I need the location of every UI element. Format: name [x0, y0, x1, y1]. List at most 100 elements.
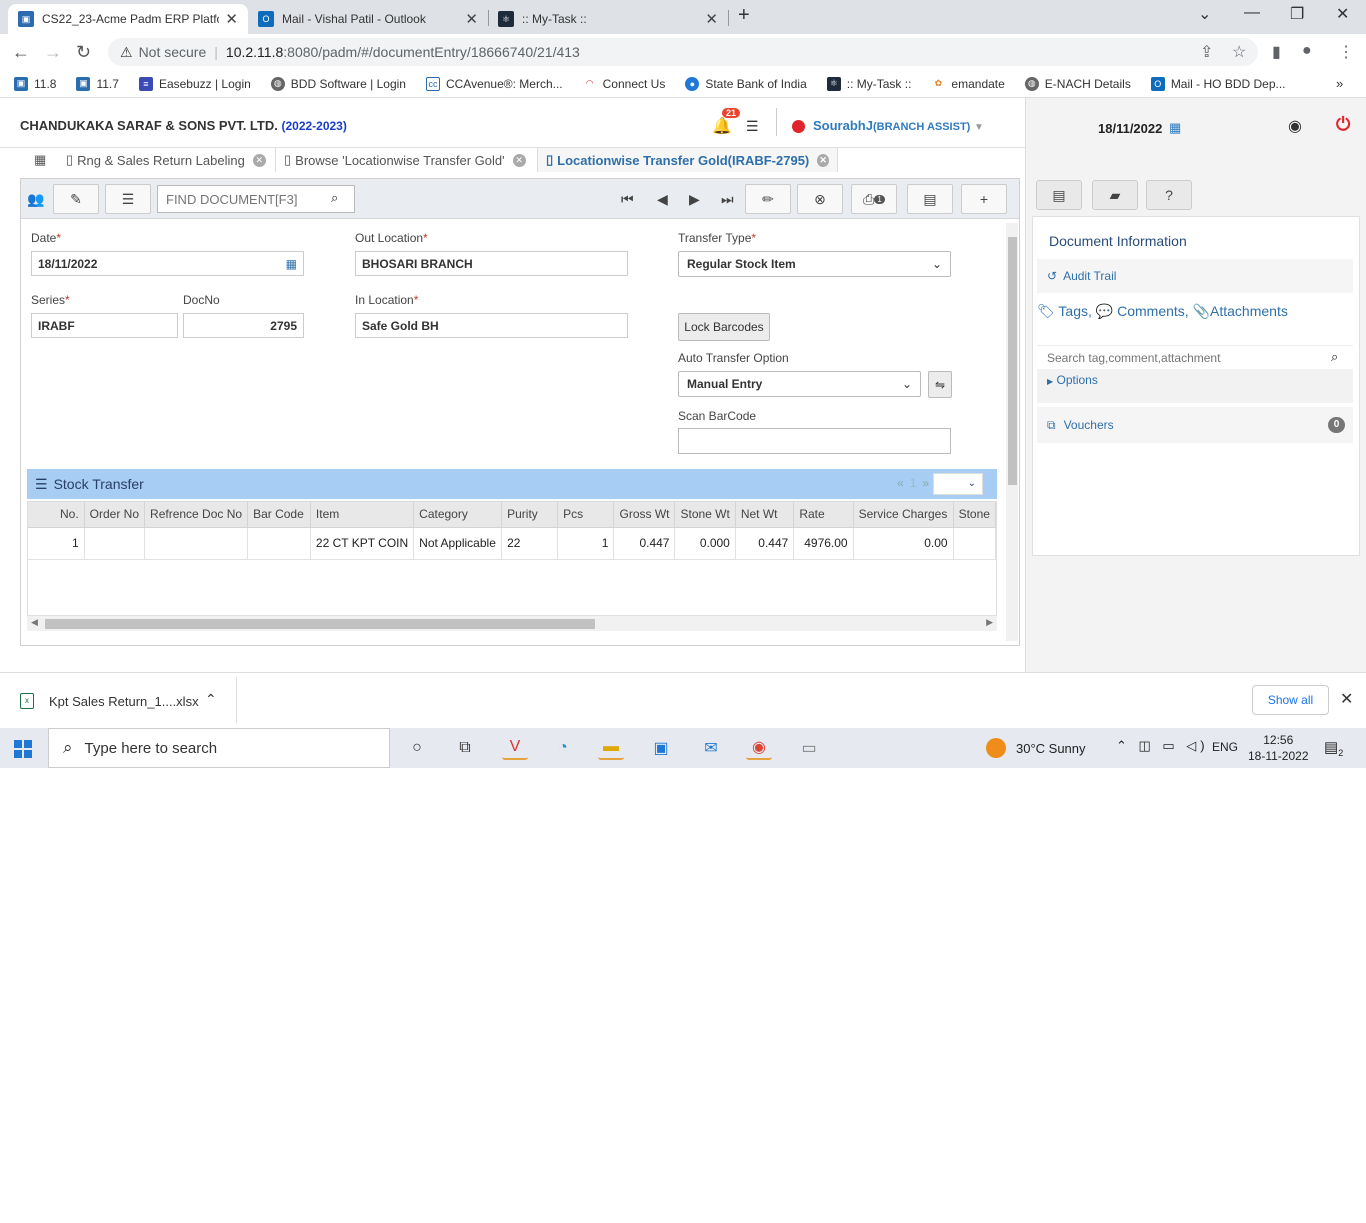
apps-grid-icon[interactable]: ▦	[26, 148, 58, 172]
picker-icon[interactable]: ⇋	[928, 371, 952, 398]
search-icon[interactable]: ⌕	[1331, 349, 1338, 365]
find-document-input[interactable]	[157, 185, 355, 213]
column-header[interactable]: Category	[413, 502, 503, 528]
bookmark-item[interactable]: ✿ emandate	[931, 76, 1005, 91]
app-icon[interactable]: ▭	[796, 736, 822, 760]
column-header[interactable]: Net Wt	[735, 502, 795, 528]
cell-net-wt[interactable]: 0.447	[735, 527, 795, 560]
not-secure-label[interactable]: Not secure	[139, 44, 207, 60]
mail-icon[interactable]: ✉	[698, 736, 724, 760]
comments-link[interactable]: Comments,	[1117, 303, 1189, 319]
close-tab-icon[interactable]: ✕	[512, 153, 526, 167]
notification-center-icon[interactable]: ▤2	[1324, 738, 1343, 758]
cell-no[interactable]: 1	[28, 527, 85, 560]
close-tab-icon[interactable]: ✕	[817, 153, 829, 167]
tab-search-chevron-icon[interactable]: ⌄	[1198, 4, 1211, 24]
cell-ref-doc-no[interactable]	[144, 527, 249, 560]
help-icon[interactable]: ?	[1146, 180, 1192, 210]
options-toggle[interactable]: ▶ Options	[1037, 369, 1353, 403]
cell-service-charges[interactable]: 0.00	[853, 527, 954, 560]
chevron-up-icon[interactable]: ⌃	[205, 691, 217, 708]
audit-trail-link[interactable]: ↺ Audit Trail	[1037, 259, 1353, 293]
close-tab-icon[interactable]: ✕	[705, 10, 718, 28]
tag-search-input[interactable]	[1037, 345, 1353, 369]
column-header[interactable]: Gross Wt	[613, 502, 676, 528]
next-record-icon[interactable]: ▶	[689, 191, 700, 208]
cell-category[interactable]: Not Applicable	[413, 527, 503, 560]
column-header[interactable]: Pcs	[557, 502, 615, 528]
next-page-icon[interactable]: »	[922, 476, 929, 490]
column-header[interactable]: Bar Code	[247, 502, 311, 528]
window-close-icon[interactable]: ✕	[1336, 4, 1349, 24]
column-header[interactable]: Refrence Doc No	[144, 502, 249, 528]
cell-stone[interactable]	[953, 527, 996, 560]
horizontal-scrollbar[interactable]: ◀ ▶	[27, 615, 997, 631]
edge-icon[interactable]: ◔	[550, 736, 576, 760]
column-header[interactable]: Stone	[953, 502, 996, 528]
column-header[interactable]: Item	[310, 502, 415, 528]
bookmark-star-icon[interactable]: ☆	[1232, 42, 1246, 62]
page-size-select[interactable]: ⌄	[933, 473, 983, 495]
users-icon[interactable]: 👥	[25, 184, 47, 214]
cell-item[interactable]: 22 CT KPT COIN	[310, 527, 415, 560]
windows-start-icon[interactable]	[14, 740, 32, 758]
calendar-icon[interactable]: ▦	[286, 257, 297, 271]
restore-icon[interactable]: ❐	[1290, 4, 1304, 24]
book-icon[interactable]: ▰	[1092, 180, 1138, 210]
side-panel-icon[interactable]: ▮	[1272, 42, 1281, 62]
bookmark-item[interactable]: cc CCAvenue®: Merch...	[425, 76, 563, 91]
reload-icon[interactable]: ↻	[76, 42, 91, 63]
bookmark-item[interactable]: ◠ Connect Us	[582, 76, 665, 91]
forward-icon[interactable]: →	[44, 42, 62, 63]
in-location-field[interactable]: Safe Gold BH	[355, 313, 628, 338]
calendar-icon[interactable]: ▦	[1169, 120, 1181, 136]
scan-barcode-input[interactable]	[678, 428, 951, 454]
user-menu[interactable]: SourabhJ(BRANCH ASSIST) ▼	[813, 118, 984, 133]
edit-icon[interactable]: ✎	[53, 184, 99, 214]
horizontal-scroll-thumb[interactable]	[45, 619, 595, 629]
taskbar-search[interactable]: ⌕ Type here to search	[48, 728, 390, 768]
bookmark-item[interactable]: ● State Bank of India	[685, 76, 807, 91]
cell-order-no[interactable]	[84, 527, 146, 560]
prev-page-icon[interactable]: «	[897, 476, 904, 490]
profile-icon[interactable]: ●	[1302, 42, 1312, 60]
bookmark-item[interactable]: ◍ BDD Software | Login	[270, 76, 406, 91]
menu-kebab-icon[interactable]: ⋮	[1338, 42, 1354, 62]
bookmark-item[interactable]: ◍ E-NACH Details	[1024, 76, 1131, 91]
bookmark-item[interactable]: O Mail - HO BDD Dep...	[1150, 76, 1286, 91]
close-tab-icon[interactable]: ✕	[252, 153, 266, 167]
cell-rate[interactable]: 4976.00	[793, 527, 854, 560]
bookmark-item[interactable]: ▣ 11.8	[14, 76, 56, 91]
column-header[interactable]: Stone Wt	[674, 502, 736, 528]
power-icon[interactable]: ⏻	[1336, 114, 1350, 135]
browser-tab-erp[interactable]: ▣ CS22_23-Acme Padm ERP Platform ✕	[8, 4, 248, 34]
list-icon[interactable]: ☰	[105, 184, 151, 214]
cancel-document-icon[interactable]: ⊗	[797, 184, 843, 214]
bookmark-item[interactable]: ≡ Easebuzz | Login	[138, 76, 251, 91]
minimize-icon[interactable]: —	[1244, 4, 1260, 22]
series-field[interactable]: IRABF	[31, 313, 178, 338]
cell-pcs[interactable]: 1	[557, 527, 615, 560]
lock-barcodes-button[interactable]: Lock Barcodes	[678, 313, 770, 341]
cortana-icon[interactable]: ○	[404, 736, 430, 760]
tags-link[interactable]: Tags,	[1058, 303, 1091, 319]
cell-gross-wt[interactable]: 0.447	[613, 527, 676, 560]
share-icon[interactable]: ⇪	[1200, 42, 1213, 62]
column-header[interactable]: Purity	[501, 502, 559, 528]
close-download-bar-icon[interactable]: ✕	[1340, 689, 1353, 709]
url-field[interactable]: ⚠ Not secure | 10.2.11.8:8080/padm/#/doc…	[108, 38, 1258, 66]
previous-record-icon[interactable]: ◀	[657, 191, 668, 208]
column-header[interactable]: No.	[28, 502, 85, 528]
cell-stone-wt[interactable]: 0.000	[674, 527, 736, 560]
hide-eye-icon[interactable]: ◉	[1288, 116, 1302, 136]
column-header[interactable]: Service Charges	[853, 502, 954, 528]
file-explorer-icon[interactable]: ▬	[598, 736, 624, 760]
server-icon[interactable]: ☰	[746, 118, 759, 135]
column-header[interactable]: Rate	[793, 502, 854, 528]
tab-browse-transfer[interactable]: ▯ Browse 'Locationwise Transfer Gold' ✕	[276, 148, 538, 172]
pencil-icon[interactable]: ✏	[745, 184, 791, 214]
attachments-link[interactable]: Attachments	[1210, 303, 1288, 319]
taskbar-clock[interactable]: 12:56 18-11-2022	[1248, 732, 1309, 764]
search-icon[interactable]: ⌕	[331, 190, 338, 206]
cell-purity[interactable]: 22	[501, 527, 559, 560]
